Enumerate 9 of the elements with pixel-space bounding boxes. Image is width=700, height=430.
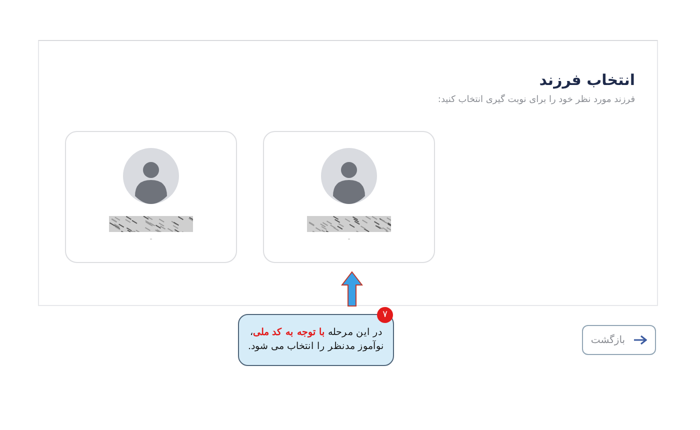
callout-text: در این مرحله با توجه به کد ملی، نوآموز مدنظر را انتخاب می شود. [246, 326, 386, 354]
step-badge: ۷ [377, 307, 393, 323]
avatar-icon [123, 148, 179, 204]
up-arrow-icon [341, 271, 363, 307]
arrow-icon [633, 335, 648, 345]
section-subtitle: فرزند مورد نظر خود را برای نوبت گیری انتخاب کنید: [436, 95, 635, 105]
section-title: انتخاب فرزند [538, 71, 635, 89]
back-button[interactable]: بازگشت [582, 325, 656, 355]
avatar-icon [321, 148, 377, 204]
